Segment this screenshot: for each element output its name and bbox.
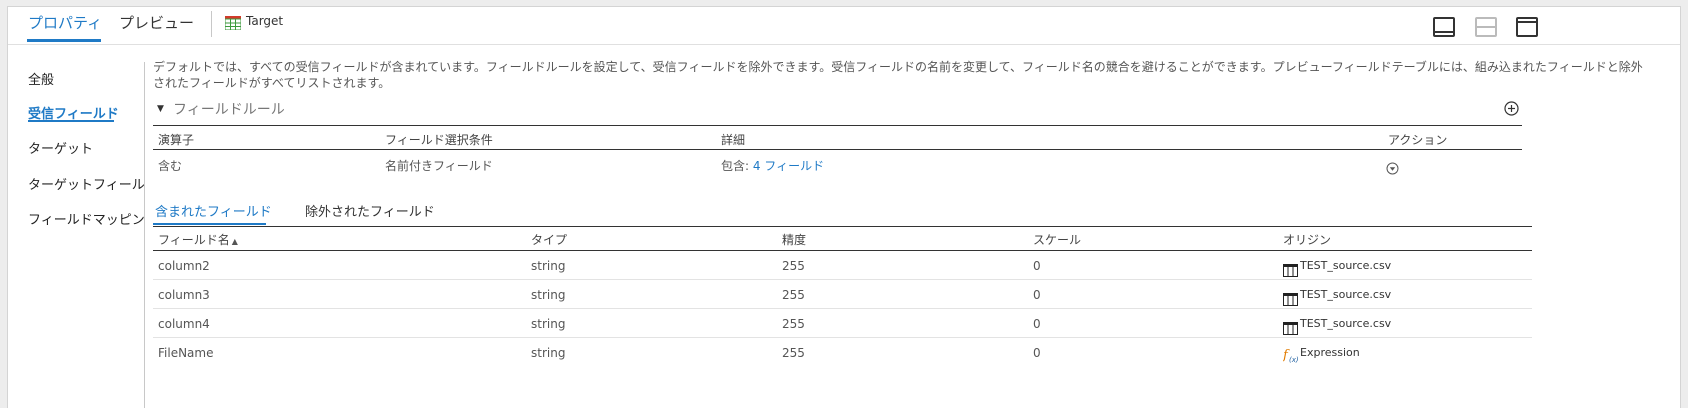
collapse-caret-icon[interactable]: ▼	[157, 104, 164, 114]
rule-detail-prefix: 包含:	[721, 159, 753, 173]
field-scale: 0	[1033, 317, 1041, 331]
fields-header-name-label: フィールド名	[158, 233, 230, 247]
add-rule-icon[interactable]	[1504, 101, 1519, 116]
field-name: column2	[158, 259, 210, 273]
field-precision: 255	[782, 288, 805, 302]
field-origin: TEST_source.csv	[1300, 317, 1392, 330]
description-text: デフォルトでは、すべての受信フィールドが含まれています。フィールドルールを設定し…	[153, 60, 1643, 90]
rules-header-operator: 演算子	[158, 133, 195, 147]
field-name: FileName	[158, 346, 214, 360]
fields-table-top-border	[153, 226, 1532, 227]
dock-bottom-icon[interactable]	[1433, 17, 1455, 37]
rules-header-detail: 詳細	[721, 133, 746, 147]
tab-properties[interactable]: プロパティ	[28, 12, 102, 33]
rules-header-criteria: フィールド選択条件	[385, 133, 493, 147]
field-precision: 255	[782, 346, 805, 360]
svg-text:(x): (x)	[1289, 356, 1299, 363]
sidebar-divider	[144, 62, 145, 408]
sidebar-item-general[interactable]: 全般	[28, 69, 54, 88]
rule-action-dropdown-icon[interactable]	[1386, 160, 1399, 175]
dock-top-icon[interactable]	[1516, 17, 1538, 37]
field-origin: Expression	[1300, 346, 1360, 359]
field-type: string	[531, 259, 566, 273]
sort-ascending-icon: ▲	[231, 237, 238, 246]
field-type: string	[531, 346, 566, 360]
sidebar-active-underline	[28, 120, 114, 122]
field-origin: TEST_source.csv	[1300, 259, 1392, 272]
field-tab-underline	[153, 223, 266, 225]
active-tab-underline	[27, 39, 101, 42]
field-precision: 255	[782, 317, 805, 331]
sidebar-item-target-fields[interactable]: ターゲットフィールド	[28, 174, 144, 193]
fields-header-precision[interactable]: 精度	[782, 231, 806, 248]
sidebar-item-target[interactable]: ターゲット	[28, 138, 93, 157]
field-precision: 255	[782, 259, 805, 273]
row-divider	[153, 337, 1532, 338]
tab-included-fields[interactable]: 含まれたフィールド	[155, 201, 272, 220]
split-view-icon[interactable]	[1475, 17, 1497, 37]
sidebar-item-field-mapping[interactable]: フィールドマッピング	[28, 209, 144, 228]
fields-header-scale[interactable]: スケール	[1033, 231, 1081, 248]
rule-operator: 含む	[158, 159, 183, 173]
rule-detail: 包含: 4 フィールド	[721, 157, 824, 174]
field-name: column4	[158, 317, 210, 331]
rule-detail-link[interactable]: 4 フィールド	[753, 159, 824, 173]
field-type: string	[531, 317, 566, 331]
field-origin: TEST_source.csv	[1300, 288, 1392, 301]
header-bottom-border	[8, 44, 1680, 45]
row-divider	[153, 308, 1532, 309]
rules-header-border	[153, 149, 1522, 150]
field-rules-title[interactable]: フィールドルール	[173, 99, 285, 119]
tab-excluded-fields[interactable]: 除外されたフィールド	[305, 201, 435, 220]
rules-table-top-border	[153, 125, 1522, 126]
properties-panel: プロパティ プレビュー Target 全般 受信フィールド ターゲット ターゲッ…	[7, 6, 1681, 408]
fields-header-name[interactable]: フィールド名 ▲	[158, 231, 238, 248]
header-divider	[211, 11, 212, 37]
field-name: column3	[158, 288, 210, 302]
tab-preview[interactable]: プレビュー	[119, 12, 194, 33]
field-scale: 0	[1033, 288, 1041, 302]
field-scale: 0	[1033, 346, 1041, 360]
field-scale: 0	[1033, 259, 1041, 273]
field-type: string	[531, 288, 566, 302]
expression-icon: f (x)	[1282, 347, 1299, 367]
fields-header-type[interactable]: タイプ	[531, 231, 567, 248]
target-label[interactable]: Target	[246, 14, 283, 28]
rule-criteria: 名前付きフィールド	[385, 159, 493, 173]
rules-header-action: アクション	[1388, 133, 1448, 147]
target-table-icon	[224, 15, 242, 31]
fields-header-origin[interactable]: オリジン	[1283, 231, 1331, 248]
fields-header-border	[153, 250, 1532, 251]
row-divider	[153, 279, 1532, 280]
